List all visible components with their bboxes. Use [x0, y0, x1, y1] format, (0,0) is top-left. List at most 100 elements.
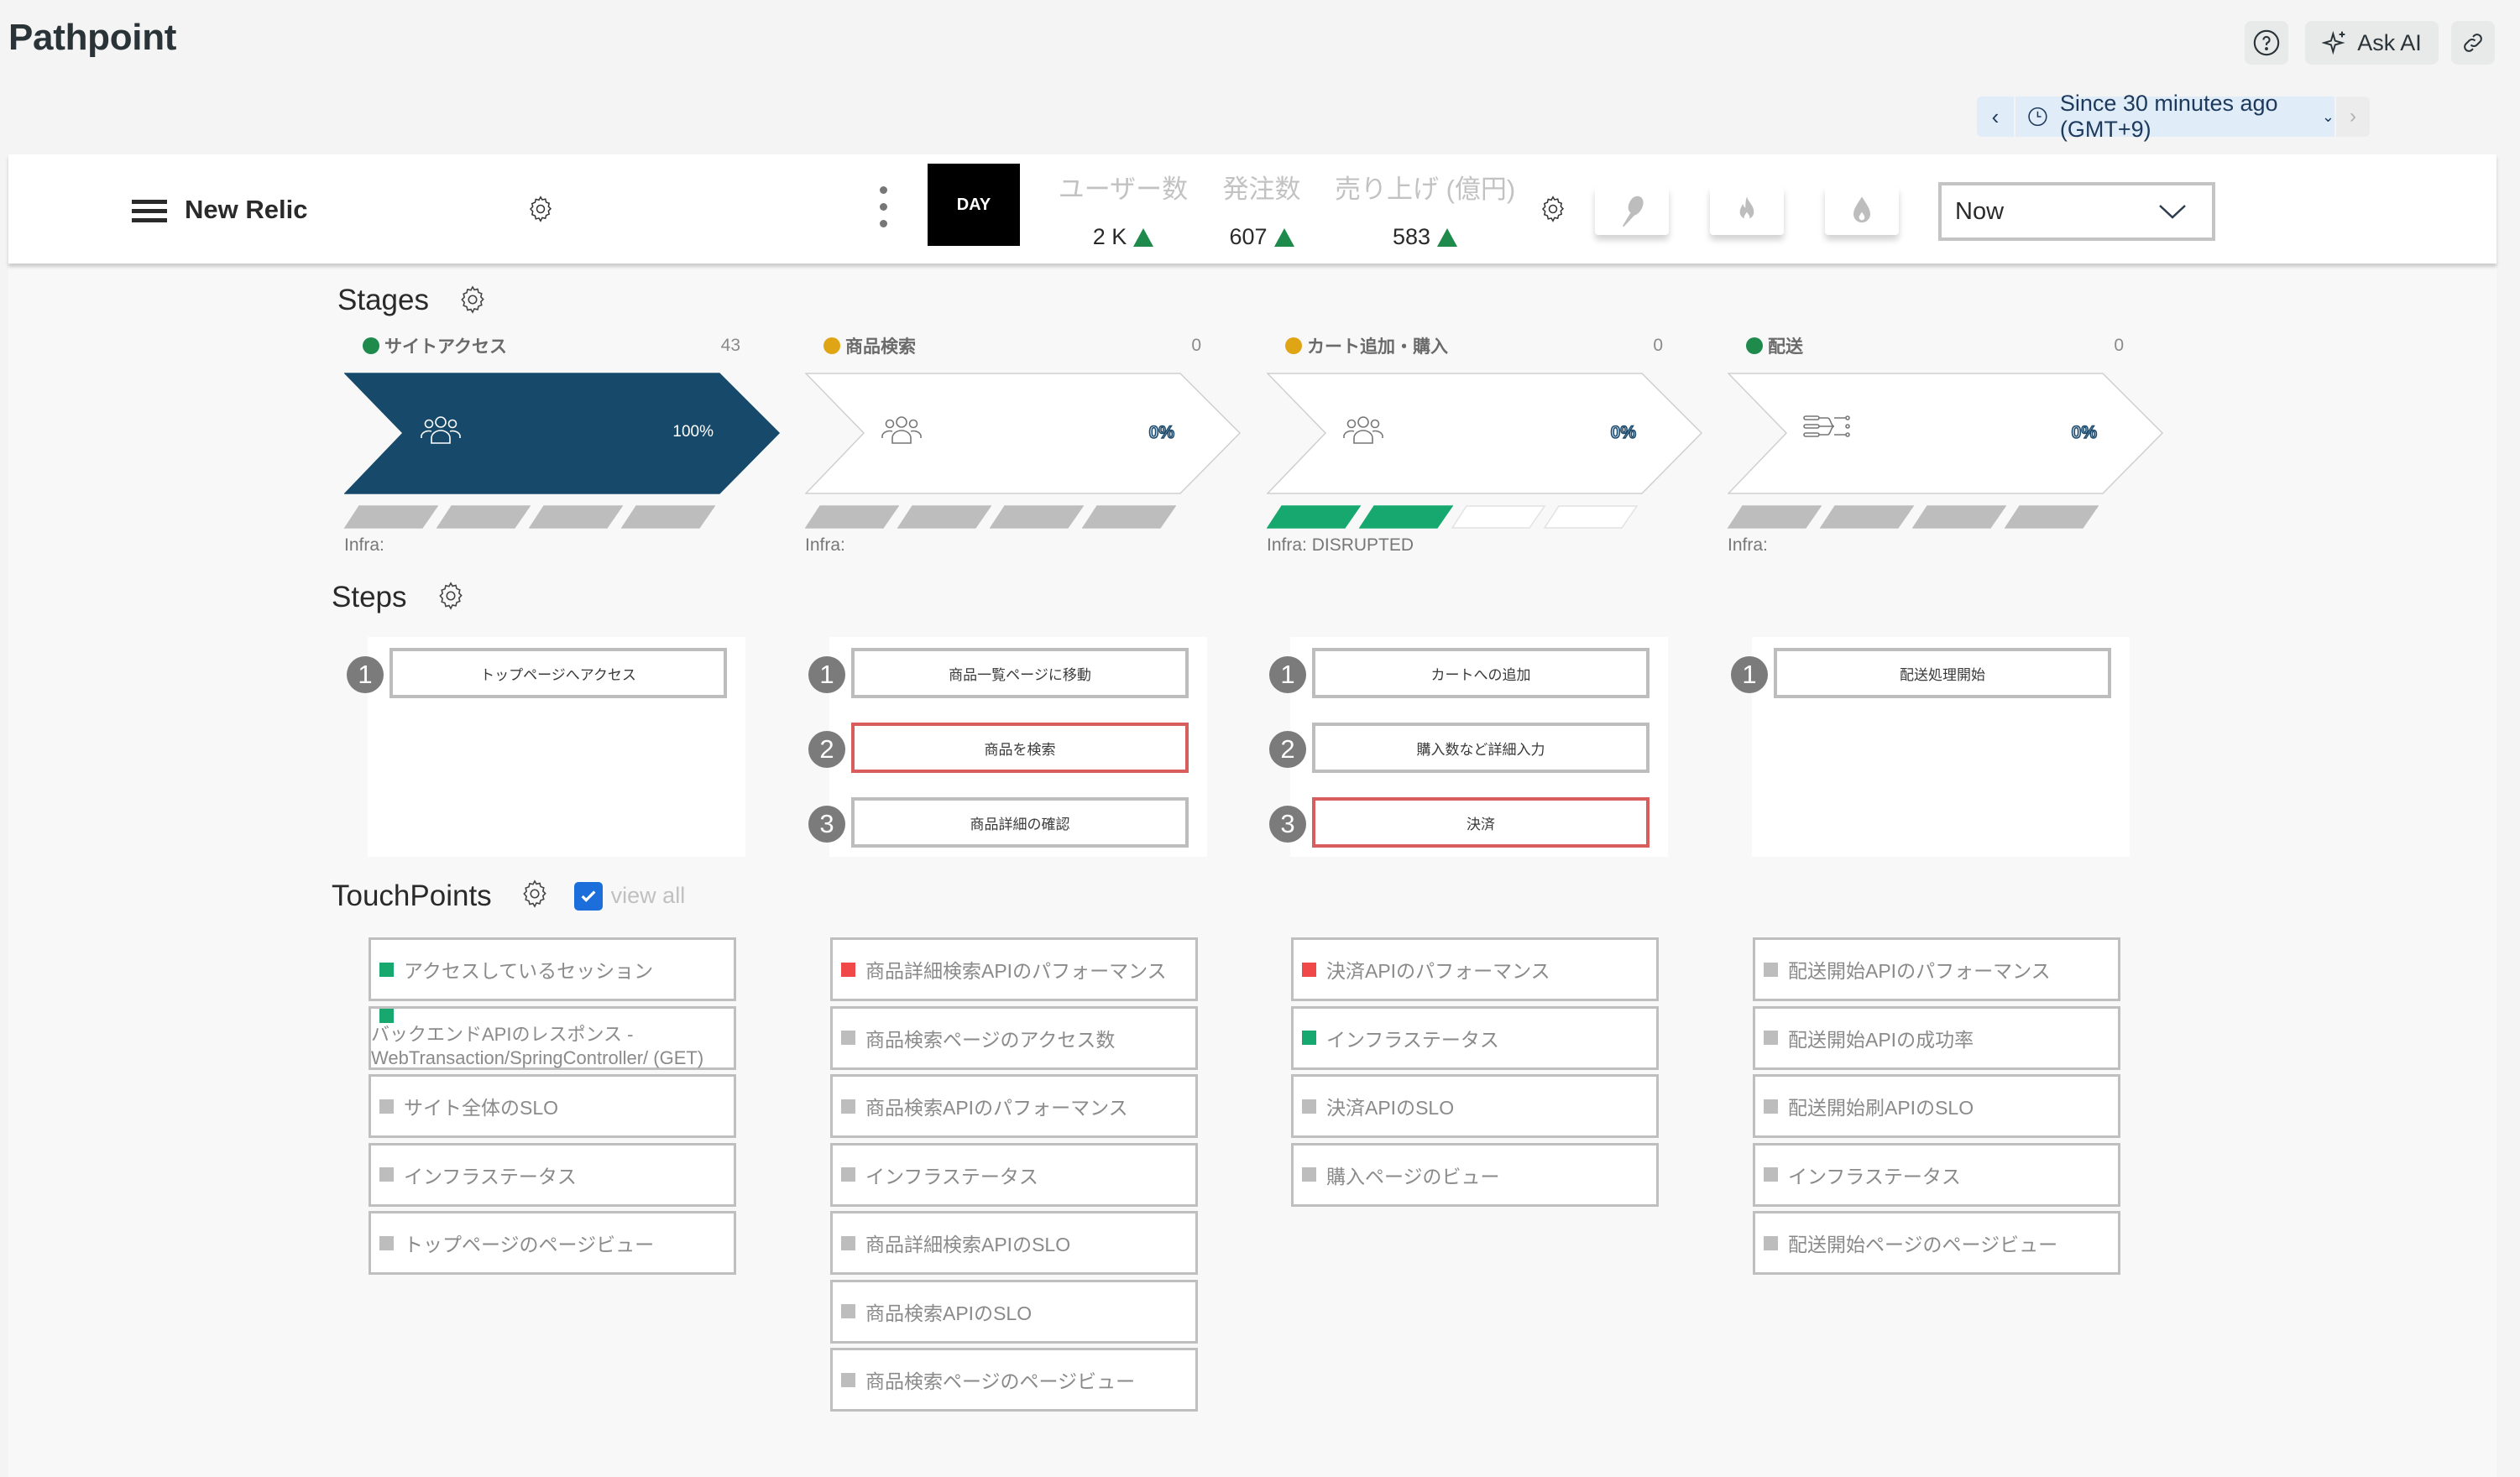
touchpoint-item[interactable]: インフラステータス [1291, 1005, 1659, 1070]
gear-icon [529, 196, 552, 222]
touchpoint-item[interactable]: 決済APIのパフォーマンス [1291, 937, 1659, 1001]
water-drop-icon [1853, 196, 1870, 223]
infra-status-bars [344, 505, 797, 529]
water-drop-button[interactable] [1825, 186, 1899, 235]
infra-bar [437, 505, 531, 529]
touchpoint-item[interactable]: 商品検索ページのアクセス数 [830, 1005, 1198, 1070]
status-square-icon [1302, 1099, 1316, 1114]
status-square-icon [379, 1099, 394, 1114]
step-box[interactable]: 配送処理開始 [1774, 648, 2111, 698]
stage-name: サイトアクセス [384, 337, 507, 357]
touchpoint-item[interactable]: 商品検索APIのSLO [830, 1279, 1198, 1344]
stage-arrow[interactable]: 0% [1728, 373, 2181, 494]
ask-ai-button[interactable]: Ask AI [2305, 21, 2439, 65]
day-button[interactable]: DAY [928, 164, 1020, 246]
time-next-button[interactable]: › [2336, 97, 2370, 137]
stage-header: 配送 0 [1728, 333, 2181, 358]
touchpoint-label: 配送開始刷APIのSLO [1788, 1097, 1974, 1119]
chevron-down-icon: ⌄ [2321, 107, 2334, 125]
stage-card[interactable]: サイトアクセス 43 100% Infra: [344, 333, 797, 556]
step-box[interactable]: 購入数など詳細入力 [1312, 723, 1650, 773]
trend-up-icon [1273, 227, 1294, 247]
step-number-badge: 1 [808, 656, 845, 693]
stage-arrow[interactable]: 0% [1267, 373, 1720, 494]
canary-icon [1622, 196, 1644, 227]
touchpoint-item[interactable]: 配送開始APIの成功率 [1753, 1005, 2120, 1070]
touchpoint-item[interactable]: トップページのページビュー [369, 1211, 736, 1275]
kpi-label: ユーザー数 [1058, 175, 1189, 204]
touchpoint-item[interactable]: アクセスしているセッション [369, 937, 736, 1001]
touchpoint-item[interactable]: 配送開始APIのパフォーマンス [1753, 937, 2120, 1001]
touchpoint-item[interactable]: インフラステータス [369, 1142, 736, 1207]
view-all-checkbox[interactable] [573, 881, 603, 911]
time-select-dropdown[interactable]: Now [1938, 182, 2215, 241]
menu-icon[interactable] [132, 200, 167, 227]
touchpoint-item[interactable]: 商品検索ページのページビュー [830, 1348, 1198, 1412]
stage-card[interactable]: 商品検索 0 0% Infra: [805, 333, 1258, 556]
touchpoint-item[interactable]: インフラステータス [830, 1142, 1198, 1207]
status-square-icon [841, 1167, 855, 1182]
touchpoint-label: 商品検索APIのSLO [865, 1302, 1033, 1324]
step-box[interactable]: 決済 [1312, 797, 1650, 848]
touchpoint-item[interactable]: 配送開始ページのページビュー [1753, 1211, 2120, 1275]
stage-arrow[interactable]: 100% [344, 373, 797, 494]
step-box[interactable]: 商品一覧ページに移動 [851, 648, 1189, 698]
infra-bar [1820, 505, 1914, 529]
infra-bar [1912, 505, 2006, 529]
stage-name: カート追加・購入 [1307, 337, 1448, 357]
touchpoint-item[interactable]: 商品詳細検索APIのパフォーマンス [830, 937, 1198, 1001]
stage-percent: 0% [1148, 422, 1175, 443]
touchpoint-item[interactable]: インフラステータス [1753, 1142, 2120, 1207]
touchpoint-label: バックエンドAPIのレスポンス - WebTransaction/SpringC… [371, 1023, 704, 1068]
stage-header: カート追加・購入 0 [1267, 333, 1720, 358]
stage-arrow-shape [1267, 373, 1703, 494]
touchpoint-label: サイト全体のSLO [404, 1097, 559, 1119]
step-box[interactable]: カートへの追加 [1312, 648, 1650, 698]
checkmark-icon [581, 890, 596, 902]
step-number-badge: 2 [1269, 731, 1306, 768]
touchpoint-item[interactable]: 配送開始刷APIのSLO [1753, 1074, 2120, 1138]
touchpoint-item[interactable]: バックエンドAPIのレスポンス - WebTransaction/SpringC… [369, 1005, 736, 1070]
canary-button[interactable] [1595, 186, 1669, 235]
trend-up-icon [1133, 227, 1154, 247]
touchpoint-label: 決済APIのSLO [1326, 1097, 1455, 1119]
chevron-down-icon [2159, 205, 2186, 219]
touchpoint-item[interactable]: 決済APIのSLO [1291, 1074, 1659, 1138]
touchpoint-label: 配送開始APIのパフォーマンス [1788, 960, 2051, 982]
header-settings-button[interactable] [525, 194, 556, 228]
kpi-settings-button[interactable] [1538, 194, 1568, 228]
brand-name: New Relic [185, 195, 308, 224]
step-box[interactable]: 商品を検索 [851, 723, 1189, 773]
step-box[interactable]: 商品詳細の確認 [851, 797, 1189, 848]
touchpoints-settings-button[interactable] [519, 878, 551, 914]
infra-bar [897, 505, 991, 529]
copy-link-button[interactable] [2451, 21, 2495, 65]
touchpoint-item[interactable]: 商品検索APIのパフォーマンス [830, 1074, 1198, 1138]
users-icon [1343, 416, 1383, 444]
clock-icon [2028, 107, 2047, 127]
stage-percent: 0% [1610, 422, 1637, 443]
steps-settings-button[interactable] [435, 580, 467, 616]
status-square-icon [379, 962, 394, 977]
touchpoint-item[interactable]: 購入ページのビュー [1291, 1142, 1659, 1207]
infra-status-bars [1728, 505, 2181, 529]
stage-card[interactable]: 配送 0 0% Infra: [1728, 333, 2181, 556]
more-options-icon[interactable] [880, 186, 888, 237]
touchpoint-item[interactable]: サイト全体のSLO [369, 1074, 736, 1138]
stages-settings-button[interactable] [457, 284, 489, 320]
step-box[interactable]: トップページへアクセス [390, 648, 727, 698]
touchpoints-title: TouchPoints [332, 879, 492, 912]
page-title: Pathpoint [8, 17, 177, 58]
help-button[interactable] [2245, 21, 2288, 65]
stage-arrow[interactable]: 0% [805, 373, 1258, 494]
touchpoint-item[interactable]: 商品詳細検索APIのSLO [830, 1211, 1198, 1275]
gear-icon [1541, 196, 1565, 222]
kpi-users: ユーザー数 2 K [1056, 168, 1190, 250]
status-square-icon [1302, 1167, 1316, 1182]
kpi-orders: 発注数 607 [1217, 168, 1306, 250]
time-prev-button[interactable]: ‹ [1977, 97, 2014, 137]
time-range-dropdown[interactable]: Since 30 minutes ago (GMT+9) ⌄ [2015, 91, 2334, 142]
gear-icon [461, 285, 484, 314]
stage-card[interactable]: カート追加・購入 0 0% Infra: DISRUPTED [1267, 333, 1720, 556]
flame-button[interactable] [1710, 186, 1784, 235]
